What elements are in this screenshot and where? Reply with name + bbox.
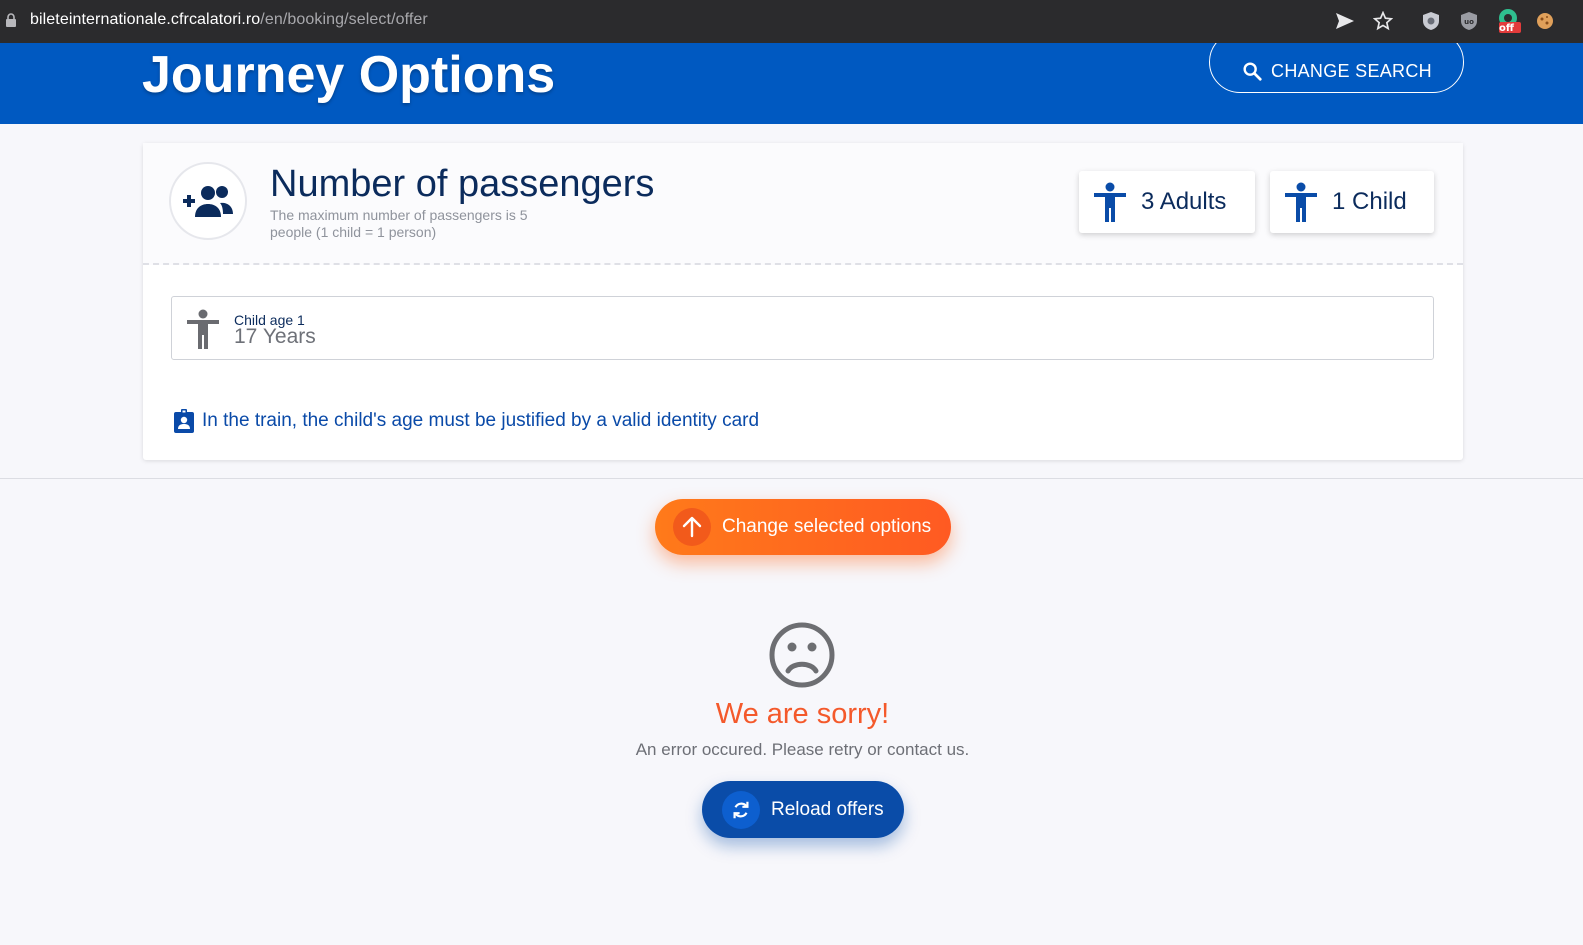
page-title: Journey Options <box>142 46 556 104</box>
svg-text:uo: uo <box>1464 18 1474 26</box>
send-icon[interactable] <box>1333 9 1357 33</box>
add-group-icon <box>183 186 233 217</box>
vpn-extension-icon[interactable]: off <box>1495 9 1523 34</box>
cookie-extension-icon[interactable] <box>1533 9 1557 33</box>
child-selector[interactable]: 1 Child <box>1270 171 1434 233</box>
passengers-title: Number of passengers <box>270 163 655 205</box>
url-path: /en/booking/select/offer <box>260 11 428 28</box>
error-message: An error occured. Please retry or contac… <box>635 740 970 759</box>
change-selected-options-button[interactable]: Change selected options <box>655 499 951 555</box>
passengers-card: Number of passengers The maximum number … <box>143 143 1463 460</box>
reload-offers-label: Reload offers <box>771 798 884 820</box>
change-search-button[interactable]: CHANGE SEARCH <box>1209 43 1464 93</box>
id-card-notice-text: In the train, the child's age must be ju… <box>202 410 760 431</box>
section-divider <box>0 478 1583 479</box>
refresh-icon <box>722 790 760 829</box>
person-icon <box>187 309 219 349</box>
change-selected-options-label: Change selected options <box>722 516 932 537</box>
child-age-value: 17 Years <box>234 325 316 348</box>
adults-selector[interactable]: 3 Adults <box>1079 171 1255 233</box>
shield-extension-icon[interactable] <box>1419 9 1443 33</box>
url-domain: bileteinternationale.cfrcalatori.ro <box>30 11 261 28</box>
star-icon[interactable] <box>1371 9 1395 33</box>
reload-offers-button[interactable]: Reload offers <box>702 781 904 838</box>
adults-label: 3 Adults <box>1141 188 1227 215</box>
id-badge-icon <box>174 409 194 433</box>
passengers-subtitle: The maximum number of passengers is 5 pe… <box>270 207 528 240</box>
browser-toolbar: bileteinternationale.cfrcalatori.ro/en/b… <box>0 0 1583 43</box>
arrow-up-icon <box>673 508 711 546</box>
address-bar-url[interactable]: bileteinternationale.cfrcalatori.ro/en/b… <box>30 11 428 29</box>
change-search-label: CHANGE SEARCH <box>1271 61 1432 81</box>
page-header: Journey Options CHANGE SEARCH <box>0 43 1583 124</box>
person-icon <box>1285 182 1317 222</box>
ublock-icon[interactable]: uo <box>1457 9 1481 33</box>
person-icon <box>1094 182 1126 222</box>
error-title: We are sorry! <box>715 698 890 730</box>
child-label: 1 Child <box>1332 188 1407 215</box>
lock-icon[interactable] <box>5 13 17 27</box>
id-card-notice: In the train, the child's age must be ju… <box>173 409 759 433</box>
search-icon <box>1243 62 1262 81</box>
passengers-avatar <box>169 162 247 240</box>
passengers-summary: Number of passengers The maximum number … <box>143 143 1463 265</box>
child-age-select[interactable]: Child age 1 17 Years <box>171 296 1434 360</box>
extension-badge-off: off <box>1499 23 1514 34</box>
sad-face-icon <box>769 622 835 688</box>
